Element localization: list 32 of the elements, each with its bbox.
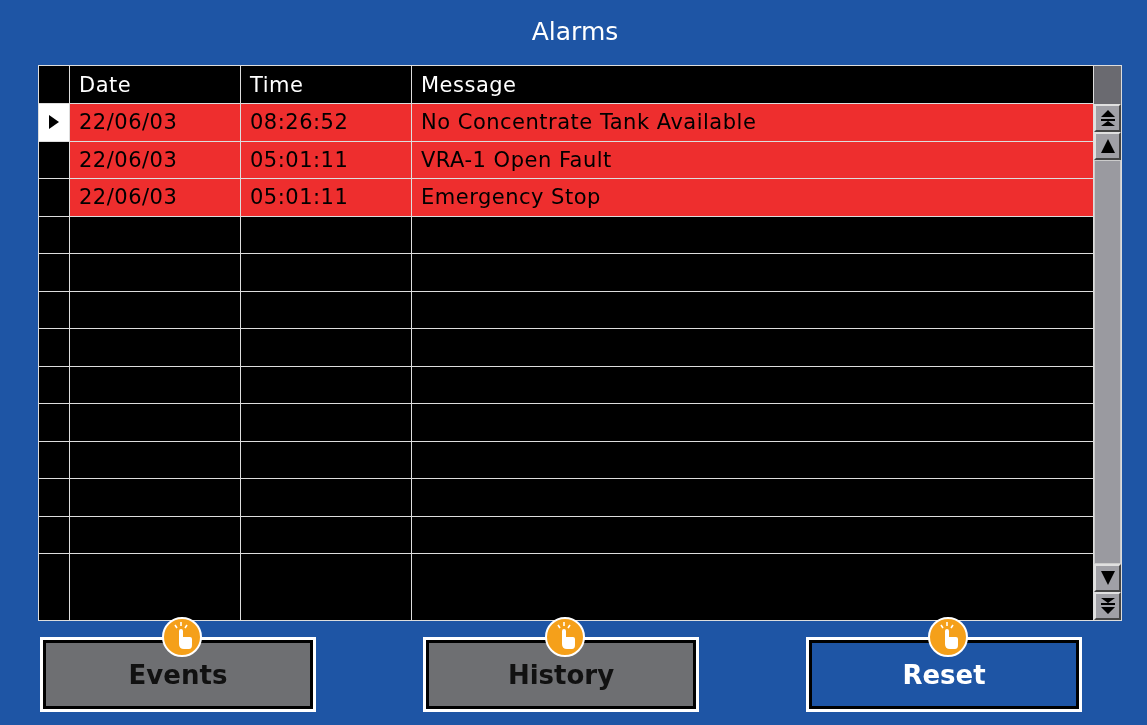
table-cell: 22/06/03: [79, 110, 178, 135]
scroll-top-button[interactable]: [1094, 104, 1121, 132]
table-cell: No Concentrate Tank Available: [421, 110, 757, 135]
scroll-bottom-button[interactable]: [1094, 592, 1121, 620]
table-cell: 22/06/03: [79, 147, 178, 172]
alarm-row[interactable]: 22/06/03 05:01:11 Emergency Stop: [39, 179, 1093, 217]
down-arrow-icon: [1099, 570, 1116, 586]
double-down-arrow-icon: [1099, 597, 1116, 615]
scrollbar-corner: [1094, 66, 1121, 104]
table-cell: 05:01:11: [250, 185, 349, 210]
action-button[interactable]: History: [423, 637, 699, 712]
column-header: Date: [79, 72, 132, 97]
touch-hand-icon: [928, 617, 968, 657]
table-cell: VRA-1 Open Fault: [421, 147, 612, 172]
alarm-row[interactable]: 22/06/03 08:26:52 No Concentrate Tank Available: [39, 104, 1093, 142]
up-arrow-icon: [1099, 138, 1116, 154]
window-title: Alarms: [531, 16, 620, 48]
action-button[interactable]: Events: [40, 637, 316, 712]
double-up-arrow-icon: [1099, 109, 1116, 127]
scroll-down-button[interactable]: [1094, 564, 1121, 592]
alarm-row[interactable]: 22/06/03 05:01:11 VRA-1 Open Fault: [39, 141, 1093, 179]
column-header: Message: [421, 72, 517, 97]
touch-hand-icon: [162, 617, 202, 657]
table-cell: 08:26:52: [250, 110, 349, 135]
column-header: Time: [250, 72, 304, 97]
scrollbar[interactable]: [1094, 65, 1122, 621]
scroll-up-button[interactable]: [1094, 132, 1121, 160]
action-button[interactable]: Reset: [806, 637, 1082, 712]
table-cell: 22/06/03: [79, 185, 178, 210]
table-cell: 05:01:11: [250, 147, 349, 172]
table-cell: Emergency Stop: [421, 185, 601, 210]
touch-hand-icon: [545, 617, 585, 657]
